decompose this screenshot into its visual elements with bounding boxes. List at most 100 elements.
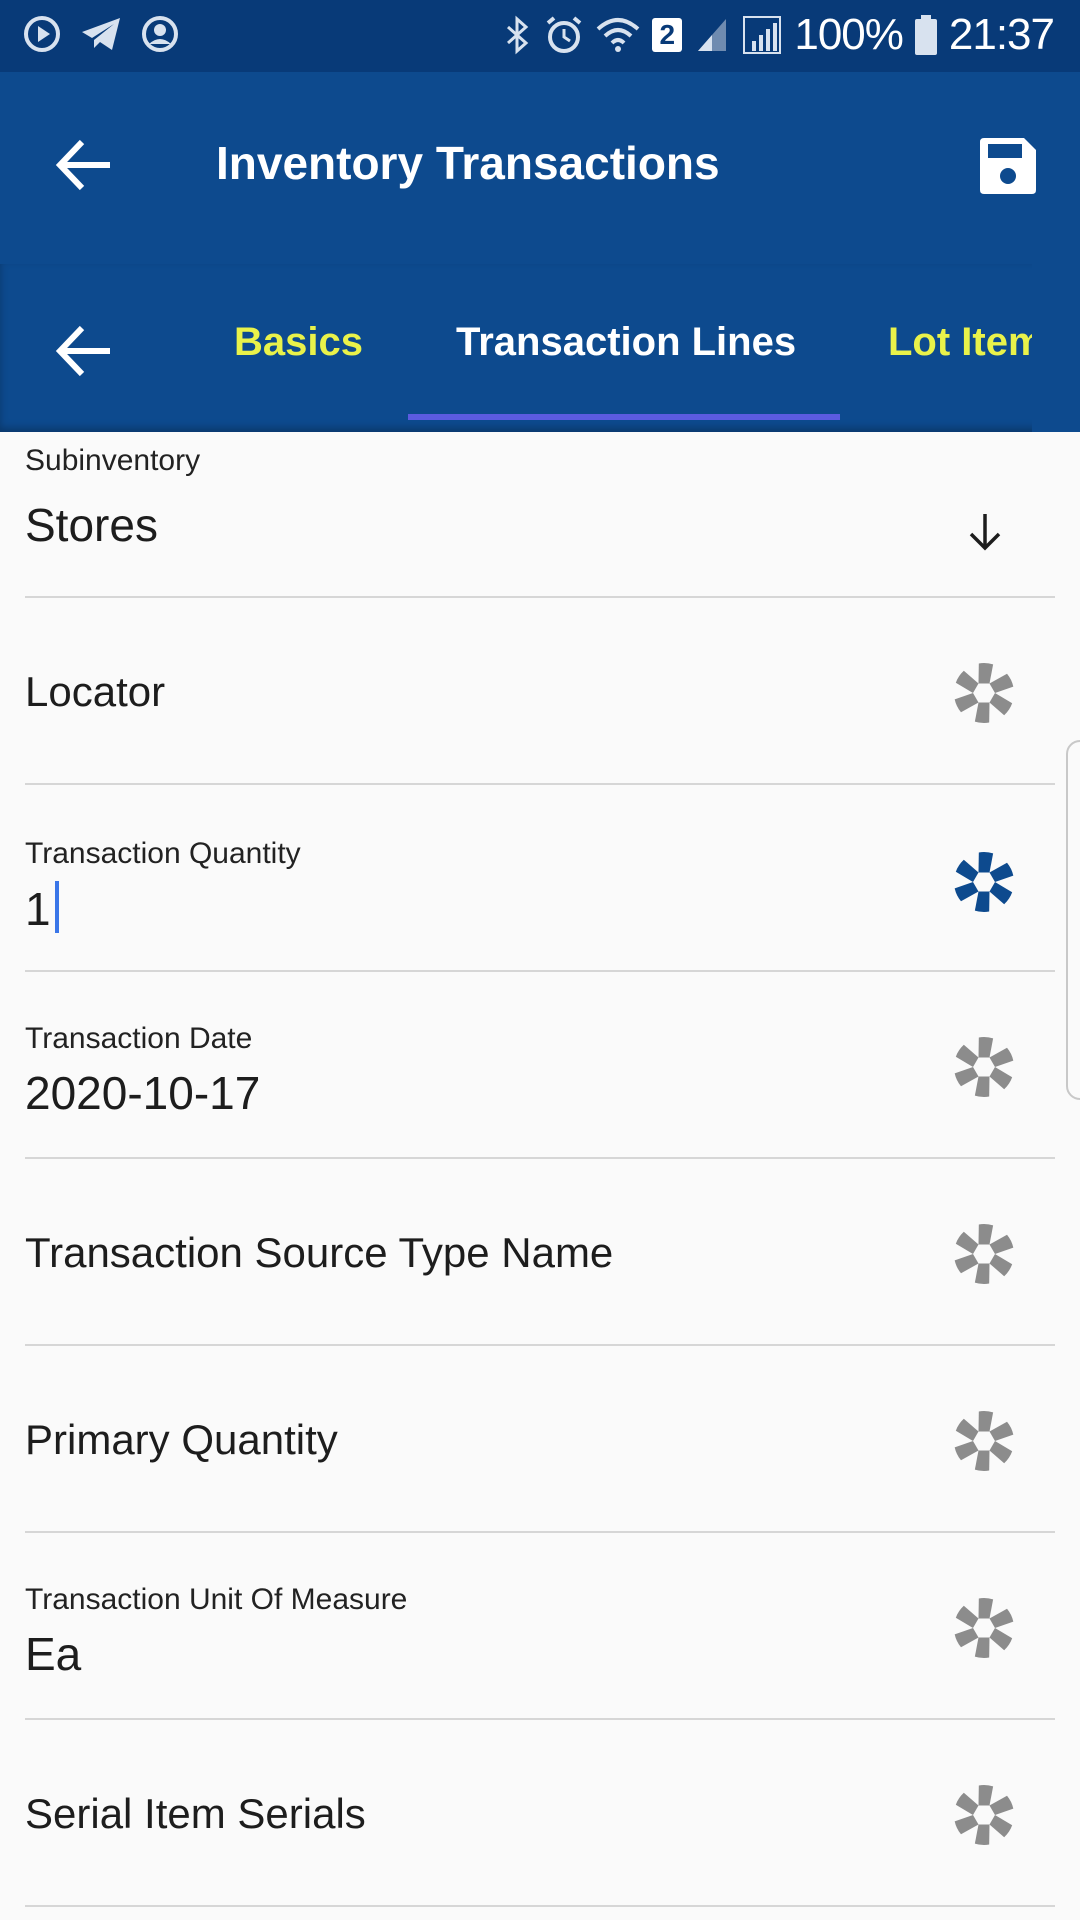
page-title: Inventory Transactions bbox=[216, 137, 720, 189]
aperture-blade bbox=[978, 852, 994, 873]
aperture-blade bbox=[978, 1411, 994, 1432]
aperture-blade bbox=[974, 891, 990, 912]
camera-aperture-icon[interactable] bbox=[953, 851, 1015, 913]
transaction-line-form: Subinventory Stores Locator Transaction … bbox=[0, 432, 1080, 1907]
field-value: Stores bbox=[25, 499, 158, 551]
sim-badge: 2 bbox=[652, 18, 683, 52]
aperture-blade bbox=[978, 1598, 994, 1619]
aperture-blade bbox=[989, 1067, 1013, 1090]
transaction-quantity-field[interactable]: Transaction Quantity 1 bbox=[25, 785, 1055, 972]
aperture-blade bbox=[954, 1815, 979, 1835]
tab-bar: Basics Transaction Lines Lot Item bbox=[0, 264, 1080, 432]
camera-aperture-icon[interactable] bbox=[953, 662, 1015, 724]
field-label: Transaction Quantity bbox=[25, 837, 301, 870]
aperture-blade bbox=[974, 702, 990, 723]
arrow-left-icon[interactable] bbox=[50, 316, 120, 386]
aperture-blade bbox=[989, 1254, 1013, 1277]
aperture-blade bbox=[974, 1076, 990, 1097]
arrow-left-icon[interactable] bbox=[50, 130, 120, 200]
aperture-blade bbox=[955, 859, 979, 882]
field-label: Locator bbox=[25, 668, 166, 715]
camera-aperture-icon[interactable] bbox=[953, 1223, 1015, 1285]
aperture-blade bbox=[955, 670, 979, 693]
wifi-icon bbox=[597, 18, 640, 52]
signal-icon bbox=[698, 19, 727, 51]
aperture-blade bbox=[955, 1044, 979, 1067]
status-bar: 2 100% 21:37 bbox=[0, 0, 1080, 72]
aperture-blade bbox=[974, 1637, 990, 1658]
camera-aperture-icon[interactable] bbox=[953, 1784, 1015, 1846]
aperture-blade bbox=[955, 1792, 979, 1815]
field-label: Primary Quantity bbox=[25, 1416, 338, 1463]
aperture-blade bbox=[978, 1037, 994, 1058]
field-value: 1 bbox=[25, 883, 51, 935]
play-circle-icon bbox=[24, 16, 60, 52]
aperture-blade bbox=[989, 1815, 1013, 1838]
tab-transaction-lines[interactable]: Transaction Lines bbox=[456, 320, 796, 365]
save-icon[interactable] bbox=[980, 138, 1036, 194]
tab-overflow-edge bbox=[1032, 264, 1080, 432]
serial-item-serials-field[interactable]: Serial Item Serials bbox=[25, 1720, 1055, 1907]
field-label: Transaction Source Type Name bbox=[25, 1229, 614, 1276]
quantity-input[interactable]: 1 bbox=[25, 881, 59, 936]
aperture-blade bbox=[989, 1421, 1014, 1441]
field-value: 2020-10-17 bbox=[25, 1067, 261, 1119]
field-label: Serial Item Serials bbox=[25, 1790, 366, 1837]
bluetooth-icon bbox=[507, 15, 529, 55]
app-bar: Inventory Transactions bbox=[0, 72, 1080, 264]
transaction-source-type-name-field[interactable]: Transaction Source Type Name bbox=[25, 1159, 1055, 1346]
aperture-blade bbox=[989, 1608, 1014, 1628]
field-label: Transaction Date bbox=[25, 1022, 253, 1055]
arrow-down-icon[interactable] bbox=[965, 510, 1005, 554]
field-value: Ea bbox=[25, 1628, 82, 1680]
battery-icon bbox=[914, 15, 937, 55]
camera-aperture-icon[interactable] bbox=[953, 1597, 1015, 1659]
aperture-blade bbox=[978, 1785, 994, 1806]
aperture-blade bbox=[974, 1263, 990, 1284]
status-bar-left-icons bbox=[22, 14, 180, 54]
aperture-blade bbox=[955, 1418, 979, 1441]
camera-aperture-icon[interactable] bbox=[953, 1410, 1015, 1472]
aperture-blade bbox=[955, 1605, 979, 1628]
aperture-blade bbox=[954, 1441, 979, 1461]
transaction-unit-of-measure-field[interactable]: Transaction Unit Of Measure Ea bbox=[25, 1533, 1055, 1720]
aperture-blade bbox=[954, 1254, 979, 1274]
text-cursor bbox=[54, 881, 59, 933]
aperture-blade bbox=[954, 693, 979, 713]
aperture-blade bbox=[989, 1234, 1014, 1254]
aperture-blade bbox=[989, 693, 1013, 716]
field-label: Subinventory bbox=[25, 444, 201, 477]
aperture-blade bbox=[978, 663, 994, 684]
aperture-blade bbox=[989, 882, 1013, 905]
camera-aperture-icon[interactable] bbox=[953, 1036, 1015, 1098]
aperture-blade bbox=[954, 882, 979, 902]
tab-lot-item[interactable]: Lot Item bbox=[888, 320, 1044, 365]
subinventory-field[interactable]: Subinventory Stores bbox=[25, 432, 1055, 598]
aperture-blade bbox=[989, 1795, 1014, 1815]
primary-quantity-field[interactable]: Primary Quantity bbox=[25, 1346, 1055, 1533]
locator-field[interactable]: Locator bbox=[25, 598, 1055, 785]
aperture-blade bbox=[974, 1450, 990, 1471]
aperture-blade bbox=[954, 1067, 979, 1087]
signal-roaming-icon bbox=[743, 16, 782, 54]
aperture-blade bbox=[989, 862, 1014, 882]
aperture-blade bbox=[989, 1047, 1014, 1067]
battery-percent: 100% bbox=[794, 10, 904, 59]
tab-active-indicator bbox=[408, 414, 840, 420]
alarm-icon bbox=[547, 16, 582, 53]
transaction-date-field[interactable]: Transaction Date 2020-10-17 bbox=[25, 972, 1055, 1159]
aperture-blade bbox=[989, 673, 1014, 693]
clock: 21:37 bbox=[948, 10, 1055, 59]
scrollbar-handle[interactable] bbox=[1066, 740, 1080, 1100]
status-bar-right: 2 100% 21:37 bbox=[502, 10, 1055, 60]
aperture-blade bbox=[954, 1628, 979, 1648]
aperture-blade bbox=[989, 1441, 1013, 1464]
field-label: Transaction Unit Of Measure bbox=[25, 1583, 408, 1616]
aperture-blade bbox=[955, 1231, 979, 1254]
aperture-blade bbox=[974, 1824, 990, 1845]
account-circle-icon bbox=[142, 16, 178, 52]
aperture-blade bbox=[989, 1628, 1013, 1651]
telegram-icon bbox=[82, 18, 120, 50]
tab-basics[interactable]: Basics bbox=[234, 320, 363, 365]
aperture-blade bbox=[978, 1224, 994, 1245]
